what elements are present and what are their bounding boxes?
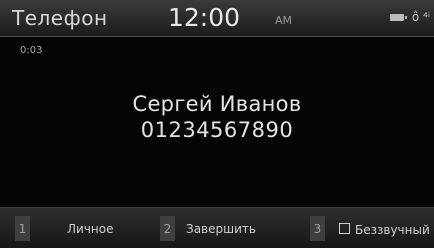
end-call-button[interactable]: 2 Завершить xyxy=(160,208,256,248)
private-button-label: Личное xyxy=(67,221,114,236)
call-timer: 0:03 xyxy=(20,45,43,56)
status-icons: ô ⁴ⁱ xyxy=(389,10,430,24)
battery-icon xyxy=(389,13,407,21)
phone-number: 01234567890 xyxy=(140,118,294,142)
header-bar: Телефон 12:00 AM ô ⁴ⁱ xyxy=(0,0,434,37)
clock-time: 12:00 xyxy=(168,3,241,32)
bluetooth-phone-icon: ô ⁴ⁱ xyxy=(411,10,430,24)
mute-button-label: Беззвучный xyxy=(355,223,430,237)
clock-ampm: AM xyxy=(275,14,293,27)
private-button[interactable]: 1 Личное xyxy=(15,208,113,248)
softkey-bar: 1 Личное 2 Завершить 3 Беззвучный xyxy=(0,207,434,248)
mute-checkbox-icon[interactable] xyxy=(339,223,350,234)
app-title: Телефон xyxy=(12,6,108,30)
contact-name: Сергей Иванов xyxy=(132,92,302,116)
softkey-number-3: 3 xyxy=(310,216,325,241)
softkey-number-2: 2 xyxy=(160,216,175,241)
mute-button[interactable]: 3 Беззвучный xyxy=(310,208,430,248)
softkey-number-1: 1 xyxy=(15,216,30,241)
phone-call-screen: Телефон 12:00 AM ô ⁴ⁱ 0:03 Сергей Иванов… xyxy=(0,0,434,248)
end-call-button-label: Завершить xyxy=(186,221,256,236)
